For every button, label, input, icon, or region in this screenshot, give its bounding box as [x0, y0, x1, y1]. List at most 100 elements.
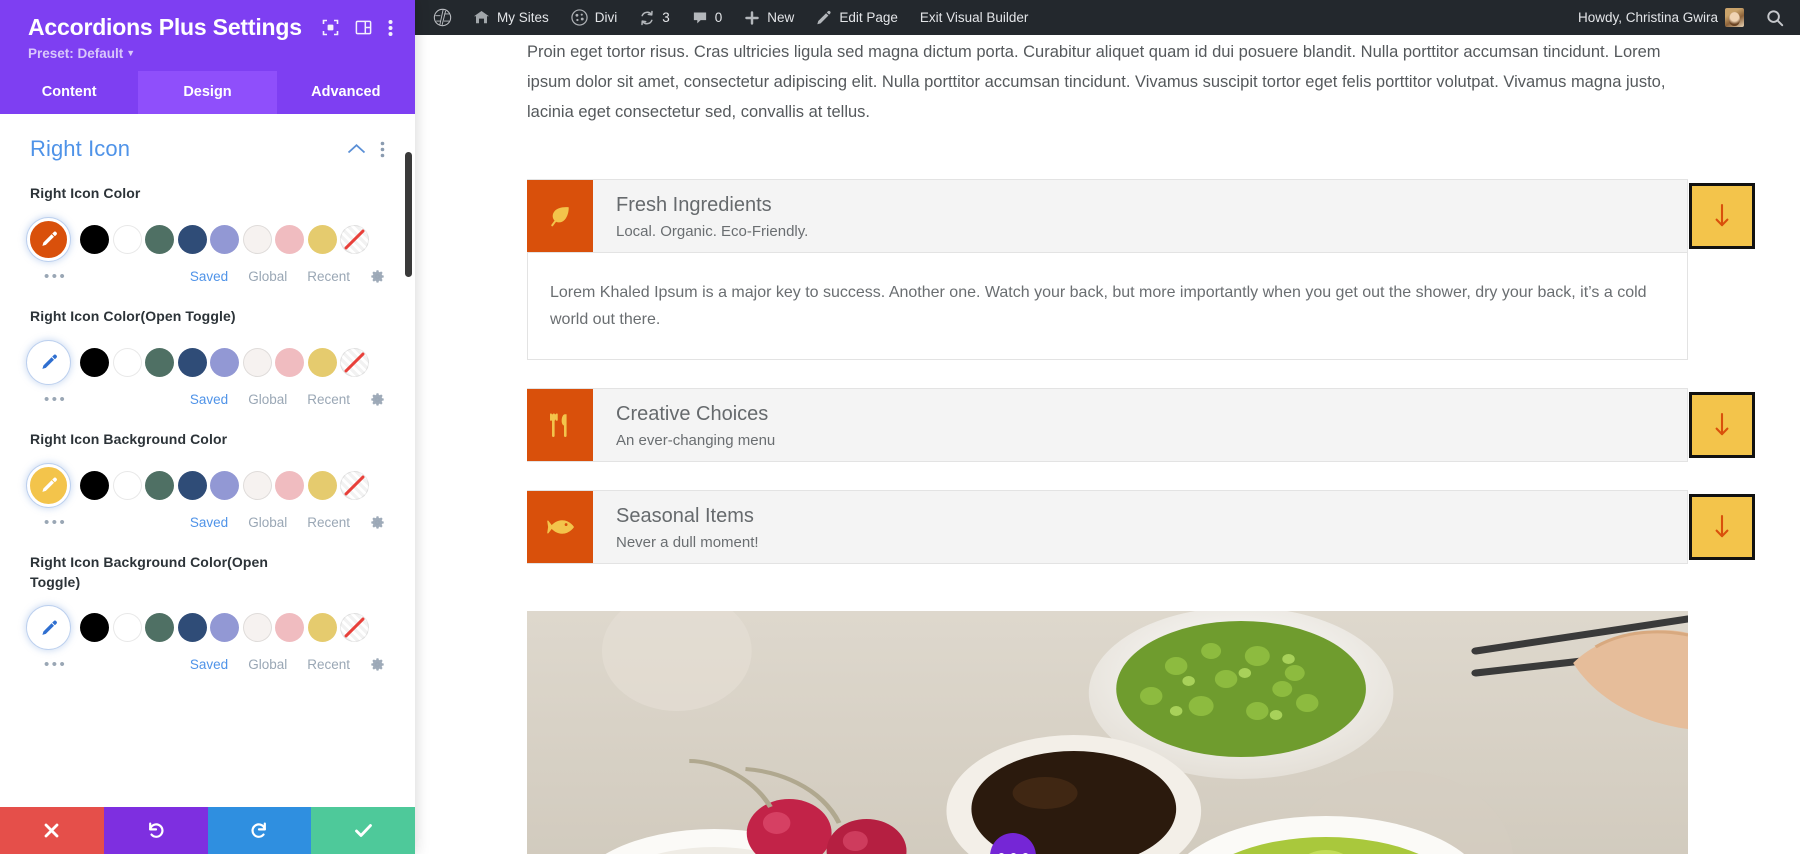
saved-colors-link[interactable]: Saved — [190, 392, 228, 407]
swatch-transparent[interactable] — [340, 470, 369, 500]
swatch-pink[interactable] — [275, 224, 304, 254]
my-sites-menu[interactable]: My Sites — [462, 0, 560, 35]
accordion-title: Fresh Ingredients — [616, 194, 772, 216]
swatch-black[interactable] — [80, 347, 109, 377]
swatch-navy[interactable] — [177, 613, 207, 643]
swatch-periwinkle[interactable] — [210, 470, 239, 500]
swatch-pink[interactable] — [275, 613, 304, 643]
swatch-periwinkle[interactable] — [210, 613, 239, 643]
swatch-navy[interactable] — [177, 224, 207, 254]
swatch-white[interactable] — [112, 470, 142, 500]
howdy-user-menu[interactable]: Howdy, Christina Gwira — [1567, 0, 1755, 35]
swatch-green[interactable] — [145, 470, 174, 500]
exit-visual-builder-label: Exit Visual Builder — [919, 10, 1029, 25]
swatch-white[interactable] — [112, 224, 142, 254]
swatch-black[interactable] — [80, 470, 109, 500]
arrow-down-icon[interactable] — [1689, 494, 1755, 560]
discard-changes-button[interactable] — [0, 807, 104, 854]
swatch-periwinkle[interactable] — [210, 347, 239, 377]
swatch-transparent[interactable] — [340, 347, 369, 377]
accordion-toggle-header[interactable]: Seasonal Items Never a dull moment! — [527, 490, 1755, 564]
layout-columns-icon[interactable] — [355, 19, 372, 36]
section-header-right-icon: Right Icon — [30, 136, 385, 162]
undo-button[interactable] — [103, 807, 208, 854]
swatch-white[interactable] — [112, 613, 142, 643]
app-root: Accordions Plus Settings Preset: Default… — [0, 0, 1800, 854]
color-picker-button[interactable] — [27, 463, 70, 507]
recent-colors-link[interactable]: Recent — [307, 269, 350, 284]
exit-visual-builder-link[interactable]: Exit Visual Builder — [909, 0, 1040, 35]
section-kebab-menu-icon[interactable] — [380, 141, 385, 158]
color-picker-button[interactable] — [27, 340, 70, 384]
chevron-up-icon[interactable] — [347, 143, 366, 155]
global-colors-link[interactable]: Global — [248, 515, 287, 530]
swatch-white[interactable] — [112, 347, 142, 377]
swatch-green[interactable] — [145, 347, 174, 377]
preset-selector[interactable]: Preset: Default ▼ — [28, 46, 395, 61]
accordion-toggle-header[interactable]: Fresh Ingredients Local. Organic. Eco-Fr… — [527, 179, 1755, 253]
swatch-navy[interactable] — [177, 470, 207, 500]
tab-design[interactable]: Design — [138, 71, 277, 114]
field-label: Right Icon Background Color(Open Toggle) — [30, 553, 269, 590]
global-colors-link[interactable]: Global — [248, 657, 287, 672]
field-right-icon-background-color-open-toggle: Right Icon Background Color(Open Toggle) — [27, 553, 385, 673]
swatch-offwhite[interactable] — [242, 224, 272, 254]
gear-icon[interactable] — [370, 657, 385, 672]
swatch-green[interactable] — [145, 613, 174, 643]
more-colors-icon[interactable]: ••• — [44, 391, 67, 408]
tab-content[interactable]: Content — [0, 71, 139, 114]
swatch-offwhite[interactable] — [242, 347, 272, 377]
more-colors-icon[interactable]: ••• — [44, 268, 67, 285]
field-label: Right Icon Color — [30, 185, 141, 201]
search-button[interactable] — [1755, 0, 1800, 35]
recent-colors-link[interactable]: Recent — [307, 657, 350, 672]
saved-colors-link[interactable]: Saved — [190, 515, 228, 530]
new-content-menu[interactable]: New — [733, 0, 805, 35]
swatch-offwhite[interactable] — [242, 470, 272, 500]
save-changes-button[interactable] — [311, 807, 415, 854]
settings-panel-scrollbar[interactable] — [405, 152, 412, 277]
swatch-black[interactable] — [80, 613, 109, 643]
swatch-gold[interactable] — [307, 224, 337, 254]
wordpress-logo[interactable] — [427, 0, 462, 35]
divi-menu[interactable]: Divi — [560, 0, 629, 35]
gear-icon[interactable] — [370, 269, 385, 284]
color-picker-button[interactable] — [27, 606, 70, 650]
redo-button[interactable] — [207, 807, 312, 854]
arrow-down-icon[interactable] — [1689, 392, 1755, 458]
recent-colors-link[interactable]: Recent — [307, 392, 350, 407]
comments-count[interactable]: 0 — [681, 0, 734, 35]
swatch-gold[interactable] — [307, 347, 337, 377]
swatch-transparent[interactable] — [340, 613, 369, 643]
accordion-toggle-header[interactable]: Creative Choices An ever-changing menu — [527, 388, 1755, 462]
global-colors-link[interactable]: Global — [248, 392, 287, 407]
comment-bubble-icon — [692, 10, 708, 26]
wordpress-admin-bar: My Sites Divi 3 0 New Edit Page Exit Vis… — [415, 0, 1800, 35]
swatch-gold[interactable] — [307, 613, 337, 643]
saved-colors-link[interactable]: Saved — [190, 657, 228, 672]
recent-colors-link[interactable]: Recent — [307, 515, 350, 530]
gear-icon[interactable] — [370, 392, 385, 407]
swatch-offwhite[interactable] — [242, 613, 272, 643]
more-colors-icon[interactable]: ••• — [44, 656, 67, 673]
updates-count[interactable]: 3 — [628, 0, 681, 35]
global-colors-link[interactable]: Global — [248, 269, 287, 284]
more-colors-icon[interactable]: ••• — [44, 514, 67, 531]
saved-colors-link[interactable]: Saved — [190, 269, 228, 284]
kebab-menu-icon[interactable] — [388, 19, 393, 37]
swatch-green[interactable] — [145, 224, 174, 254]
swatch-transparent[interactable] — [340, 224, 369, 254]
swatch-black[interactable] — [80, 224, 109, 254]
accordion-module: Fresh Ingredients Local. Organic. Eco-Fr… — [527, 179, 1755, 564]
gear-icon[interactable] — [370, 515, 385, 530]
swatch-gold[interactable] — [307, 470, 337, 500]
arrow-down-icon[interactable] — [1689, 183, 1755, 249]
swatch-pink[interactable] — [275, 347, 304, 377]
swatch-periwinkle[interactable] — [210, 224, 239, 254]
swatch-pink[interactable] — [275, 470, 304, 500]
edit-page-link[interactable]: Edit Page — [805, 0, 909, 35]
focus-frame-icon[interactable] — [322, 19, 339, 36]
tab-advanced[interactable]: Advanced — [276, 71, 415, 114]
color-picker-button[interactable] — [27, 217, 70, 261]
swatch-navy[interactable] — [177, 347, 207, 377]
